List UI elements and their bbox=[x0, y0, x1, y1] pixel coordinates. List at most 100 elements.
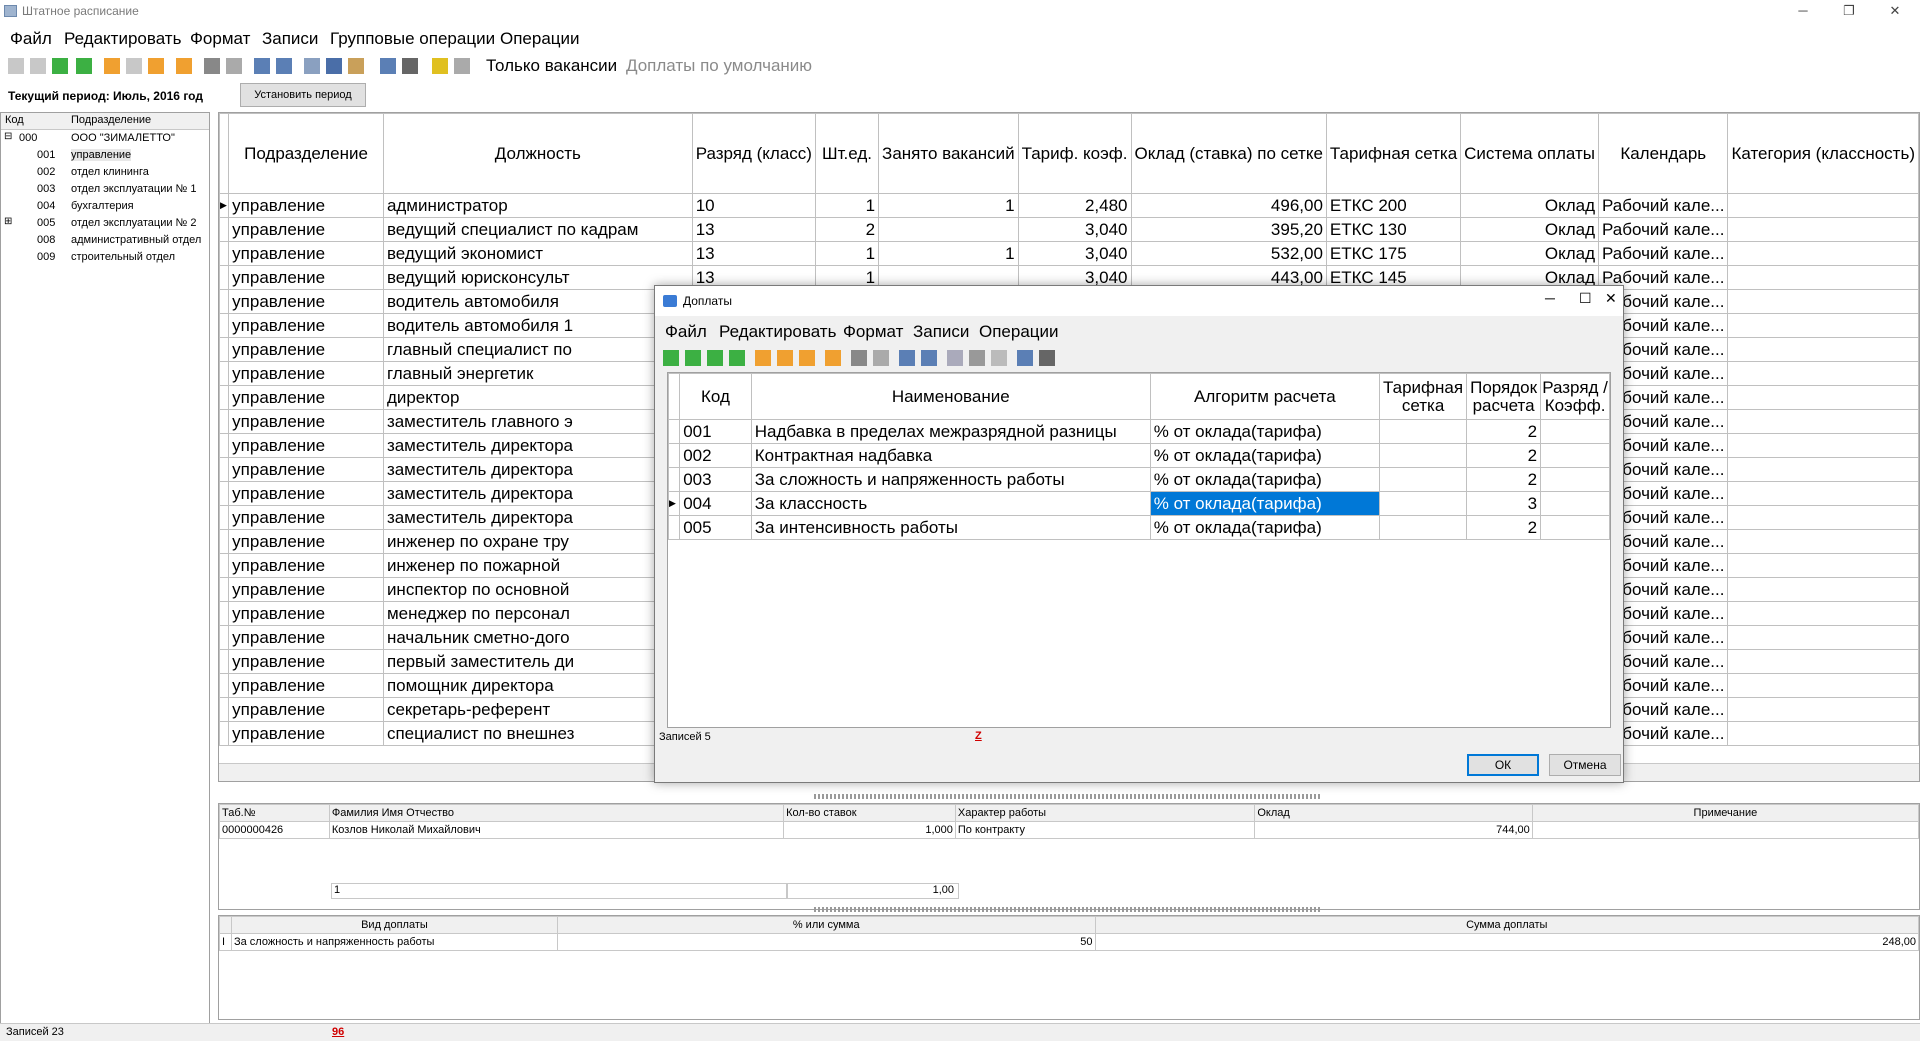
dialog-menu-records[interactable]: Записи bbox=[913, 322, 969, 342]
dialog-print-icon[interactable] bbox=[1039, 350, 1055, 366]
col-header[interactable]: Тарифная сетка bbox=[1325, 113, 1462, 194]
insert-record-icon[interactable] bbox=[104, 58, 120, 74]
dialog-table-cell[interactable] bbox=[1379, 443, 1468, 468]
dialog-table-cell[interactable]: За классность bbox=[750, 491, 1151, 516]
calculator-icon[interactable] bbox=[454, 58, 470, 74]
dialog-col-header[interactable]: Порядок расчета bbox=[1466, 373, 1542, 420]
table-cell[interactable]: директор bbox=[382, 385, 693, 410]
table-cell[interactable]: заместитель главного э bbox=[382, 409, 693, 434]
clear-filter-icon[interactable] bbox=[226, 58, 242, 74]
table-cell[interactable]: Рабочий кале... bbox=[1598, 241, 1729, 266]
table-cell[interactable]: ЕТКС 130 bbox=[1325, 217, 1462, 242]
employee-cell[interactable]: По контракту bbox=[954, 821, 1256, 839]
col-header[interactable]: Разряд (класс) bbox=[691, 113, 816, 194]
col-header[interactable]: Категория (классность) bbox=[1727, 113, 1919, 194]
menu-format[interactable]: Формат bbox=[190, 29, 250, 49]
menu-group-operations[interactable]: Групповые операции bbox=[330, 29, 495, 49]
dialog-table-cell[interactable]: 2 bbox=[1466, 419, 1542, 444]
tree-col-code[interactable]: Код bbox=[5, 114, 24, 126]
table-cell[interactable]: 496,00 bbox=[1130, 193, 1327, 218]
dialog-table-cell[interactable]: 004 bbox=[679, 491, 752, 516]
table-cell[interactable]: 1 bbox=[814, 193, 880, 218]
table-cell-category[interactable] bbox=[1727, 265, 1919, 290]
minimize-button[interactable]: ─ bbox=[1780, 0, 1826, 24]
department-tree[interactable]: Код Подразделение ⊟ 000 ООО "ЗИМАЛЕТТО" 001… bbox=[0, 112, 210, 1024]
table-cell[interactable]: заместитель директора bbox=[382, 457, 693, 482]
table-cell[interactable]: ведущий юрисконсульт bbox=[382, 265, 693, 290]
table-cell[interactable]: управление bbox=[228, 337, 384, 362]
table-cell[interactable]: 1 bbox=[814, 241, 880, 266]
dialog-table-cell[interactable] bbox=[1379, 419, 1468, 444]
dialog-table-row[interactable]: 001 Надбавка в пределах межразрядной разн… bbox=[668, 419, 1610, 444]
table-row[interactable]: управление ведущий экономист 13 1 1 3,040 532,… bbox=[219, 241, 1919, 266]
table-cell[interactable]: водитель автомобиля bbox=[382, 289, 693, 314]
table-cell[interactable]: управление bbox=[228, 385, 384, 410]
col-header[interactable]: Система оплаты bbox=[1460, 113, 1600, 194]
table-cell[interactable]: управление bbox=[228, 361, 384, 386]
dialog-preview-icon[interactable] bbox=[1017, 350, 1033, 366]
dialog-table-row[interactable]: 002 Контрактная надбавка% от оклада(тариф… bbox=[668, 443, 1610, 468]
table-cell[interactable]: управление bbox=[228, 217, 384, 242]
dialog-table-cell[interactable]: За сложность и напряженность работы bbox=[750, 467, 1151, 492]
table-cell[interactable]: 1 bbox=[878, 241, 1019, 266]
splitter-bottom[interactable] bbox=[814, 907, 1320, 912]
table-cell[interactable]: секретарь-референт bbox=[382, 697, 693, 722]
employee-grid[interactable]: Таб.№ Фамилия Имя Отчество Кол-во ставок Ха… bbox=[218, 803, 1920, 910]
table-cell[interactable]: управление bbox=[228, 649, 384, 674]
dialog-filter-icon[interactable] bbox=[851, 350, 867, 366]
dialog-table-cell[interactable]: % от оклада(тарифа) bbox=[1149, 443, 1381, 468]
employee-col-header[interactable]: Оклад bbox=[1254, 804, 1533, 822]
dialog-table-cell[interactable]: Контрактная надбавка bbox=[750, 443, 1151, 468]
filter-icon[interactable] bbox=[204, 58, 220, 74]
surcharge-col-header[interactable]: Вид доплаты bbox=[230, 916, 558, 934]
menu-edit[interactable]: Редактировать bbox=[64, 29, 181, 49]
employee-cell[interactable] bbox=[1531, 821, 1919, 839]
dialog-table-cell[interactable] bbox=[1379, 491, 1468, 516]
default-surcharges-button[interactable]: Доплаты по умолчанию bbox=[626, 56, 812, 76]
table-cell[interactable]: 2,480 bbox=[1017, 193, 1132, 218]
dialog-table-cell[interactable]: % от оклада(тарифа) bbox=[1149, 515, 1381, 540]
table-cell[interactable]: управление bbox=[228, 577, 384, 602]
dialog-table-row[interactable]: 003 За сложность и напряженность работы% … bbox=[668, 467, 1610, 492]
table-cell-category[interactable] bbox=[1727, 625, 1919, 650]
delete-record-icon[interactable] bbox=[126, 58, 142, 74]
tree-expander-icon[interactable]: ⊟ bbox=[4, 131, 12, 142]
surcharge-cell[interactable]: 50 bbox=[556, 933, 1096, 951]
dialog-table-cell[interactable]: 002 bbox=[679, 443, 752, 468]
paste-icon[interactable] bbox=[348, 58, 364, 74]
table-cell[interactable]: 395,20 bbox=[1130, 217, 1327, 242]
dialog-table-row[interactable]: 005 За интенсивность работы% от оклада(та… bbox=[668, 515, 1610, 540]
employee-col-header[interactable]: Характер работы bbox=[954, 804, 1256, 822]
layout-icon[interactable] bbox=[276, 58, 292, 74]
table-cell-category[interactable] bbox=[1727, 433, 1919, 458]
dialog-table-cell[interactable] bbox=[1379, 467, 1468, 492]
set-period-button[interactable]: Установить период bbox=[240, 83, 366, 107]
employee-cell[interactable]: Козлов Николай Михайлович bbox=[328, 821, 785, 839]
tree-row[interactable]: 001 управление bbox=[1, 147, 209, 164]
surcharges-table[interactable]: Код Наименование Алгоритм расчета Тарифная … bbox=[667, 372, 1611, 728]
table-cell[interactable]: Рабочий кале... bbox=[1598, 193, 1729, 218]
table-cell-category[interactable] bbox=[1727, 337, 1919, 362]
dialog-menu-operations[interactable]: Операции bbox=[979, 322, 1059, 342]
tree-row[interactable]: 009 строительный отдел bbox=[1, 249, 209, 266]
dialog-table-cell[interactable] bbox=[1540, 515, 1610, 540]
col-header[interactable]: Тариф. коэф. bbox=[1017, 113, 1132, 194]
table-cell-category[interactable] bbox=[1727, 193, 1919, 218]
dialog-table-cell[interactable]: 005 bbox=[679, 515, 752, 540]
dialog-table-cell[interactable] bbox=[1540, 491, 1610, 516]
dialog-table-cell[interactable] bbox=[1540, 419, 1610, 444]
dialog-table-cell[interactable]: % от оклада(тарифа) bbox=[1149, 491, 1381, 516]
table-cell[interactable]: Рабочий кале... bbox=[1598, 217, 1729, 242]
table-cell-category[interactable] bbox=[1727, 361, 1919, 386]
col-header[interactable]: Занято вакансий bbox=[878, 113, 1019, 194]
dialog-minimize-button[interactable]: ─ bbox=[1545, 290, 1555, 306]
dialog-table-cell[interactable] bbox=[1379, 515, 1468, 540]
surcharge-col-header[interactable]: % или сумма bbox=[556, 916, 1096, 934]
table-cell[interactable]: управление bbox=[228, 721, 384, 746]
table-cell-category[interactable] bbox=[1727, 385, 1919, 410]
table-cell[interactable]: главный специалист по bbox=[382, 337, 693, 362]
table-cell-category[interactable] bbox=[1727, 505, 1919, 530]
table-cell-category[interactable] bbox=[1727, 481, 1919, 506]
employee-cell[interactable]: 744,00 bbox=[1254, 821, 1533, 839]
dialog-maximize-button[interactable]: ☐ bbox=[1579, 290, 1592, 307]
